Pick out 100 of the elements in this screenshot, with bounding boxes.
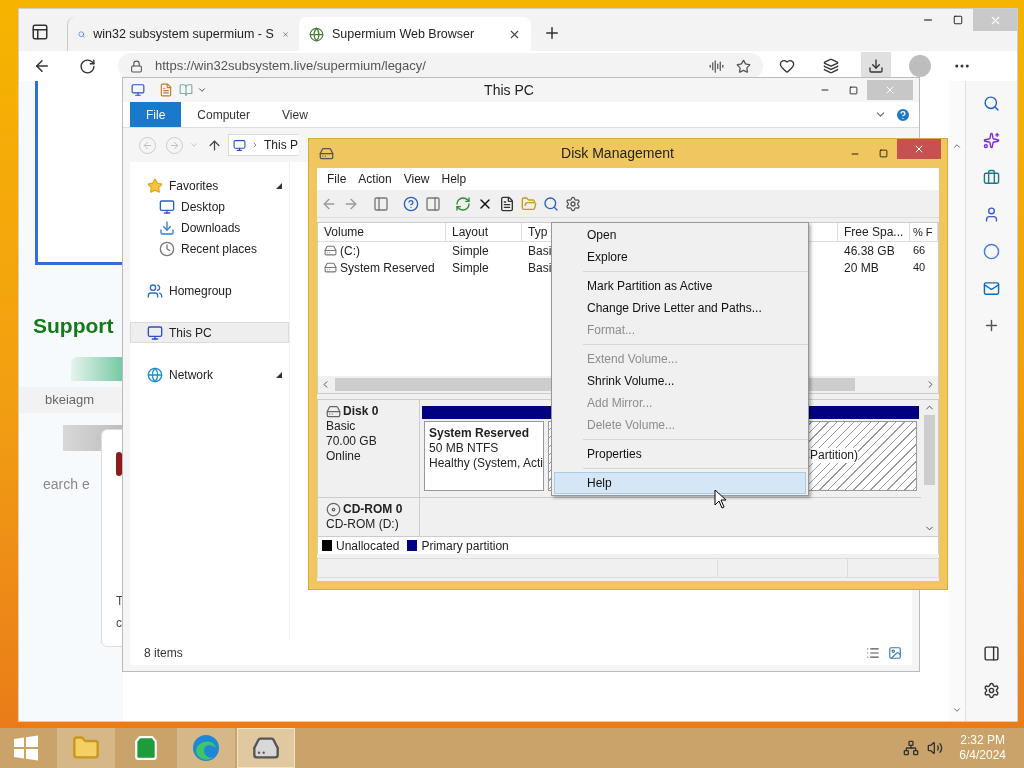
browser-tab[interactable]: Supermium Web Browser	[299, 17, 531, 51]
expanded-icon[interactable]	[276, 182, 282, 189]
page-heading: Support	[33, 313, 115, 339]
new-tab-icon[interactable]	[543, 24, 561, 42]
menu-item[interactable]: Help	[554, 472, 806, 494]
folder-icon[interactable]	[521, 195, 537, 212]
menu-item[interactable]: Properties	[554, 443, 806, 465]
ribbon-tab[interactable]: View	[266, 102, 324, 127]
partition-title: System Reserved	[429, 426, 531, 441]
scroll-down-icon[interactable]	[952, 705, 962, 715]
book-icon[interactable]	[179, 83, 193, 97]
nav-item[interactable]: Downloads	[130, 217, 289, 238]
table-cell: System Reserved	[318, 259, 446, 276]
speaker-icon[interactable]	[927, 740, 944, 756]
menu-item[interactable]: File	[321, 170, 353, 188]
nav-item[interactable]: This PC	[130, 322, 289, 343]
refresh-icon[interactable]	[79, 57, 96, 75]
column-header[interactable]: Volume	[318, 223, 446, 241]
window-panes-icon	[13, 735, 39, 761]
close-icon	[884, 84, 896, 96]
console-tree-icon[interactable]	[373, 195, 389, 212]
disk-name: CD-ROM 0	[343, 502, 403, 517]
details-view-icon[interactable]	[866, 646, 880, 660]
nav-item[interactable]: Desktop	[130, 196, 289, 217]
expanded-icon[interactable]	[276, 371, 282, 378]
menu-item[interactable]: Help	[435, 170, 473, 188]
add-icon[interactable]	[983, 317, 1000, 334]
person-icon[interactable]	[983, 206, 1000, 223]
download-button[interactable]	[861, 52, 891, 80]
column-header[interactable]: % F	[910, 223, 938, 241]
star-icon[interactable]	[736, 58, 751, 74]
address-field[interactable]: This P	[228, 134, 298, 156]
scroll-thumb[interactable]	[924, 415, 935, 485]
scroll-up-icon[interactable]	[952, 141, 962, 151]
properties-icon[interactable]	[499, 195, 515, 212]
column-header[interactable]: Free Spa...	[838, 223, 910, 241]
tiles-view-icon[interactable]	[888, 646, 902, 660]
computer-icon	[147, 324, 163, 341]
scrollbar[interactable]	[949, 81, 965, 721]
action-pane-icon[interactable]	[425, 195, 441, 212]
circle-icon[interactable]	[983, 243, 1000, 260]
tab-actions-icon[interactable]	[31, 23, 49, 41]
tab-title: win32 subsystem supermium - S	[93, 25, 274, 43]
disc-icon	[326, 502, 341, 517]
column-header[interactable]: Layout	[446, 223, 522, 241]
menu-item[interactable]: View	[397, 170, 436, 188]
mail-icon[interactable]	[983, 280, 1000, 297]
search-icon[interactable]	[543, 195, 559, 212]
favorites-icon[interactable]	[779, 58, 795, 74]
panel-icon[interactable]	[983, 645, 1000, 662]
briefcase-icon[interactable]	[983, 169, 1000, 186]
dropdown-icon[interactable]	[197, 85, 207, 95]
back-icon[interactable]	[33, 57, 51, 75]
table-cell-text: Basi	[527, 259, 552, 276]
settings-icon[interactable]	[565, 195, 581, 212]
accent-mark-icon	[116, 452, 122, 476]
tab-title: Supermium Web Browser	[332, 25, 476, 43]
drive-icon	[326, 404, 341, 419]
computer-icon	[233, 138, 246, 152]
chevron-icon[interactable]	[251, 141, 259, 149]
swirl-icon	[192, 734, 220, 762]
ribbon-tab[interactable]: File	[130, 102, 182, 127]
close-icon	[913, 143, 925, 155]
nav-item[interactable]: Network	[130, 364, 289, 385]
nav-item[interactable]: Recent places	[130, 238, 289, 259]
lock-icon[interactable]	[130, 59, 143, 73]
network-icon[interactable]	[903, 740, 920, 756]
search-icon[interactable]	[983, 95, 1000, 112]
legend-label: Primary partition	[421, 537, 509, 555]
taskbar-app[interactable]	[237, 728, 295, 768]
computer-icon	[131, 83, 145, 97]
menu-item[interactable]: Open	[554, 224, 806, 246]
read-aloud-icon[interactable]	[709, 58, 724, 74]
people-icon	[147, 282, 163, 299]
sparkle-icon[interactable]	[983, 132, 1000, 149]
help-icon[interactable]	[403, 195, 419, 212]
up-icon[interactable]	[207, 137, 222, 153]
menu-item[interactable]: Change Drive Letter and Paths...	[554, 297, 806, 319]
partition-block[interactable]: System Reserved 50 MB NTFS Healthy (System, Acti	[424, 421, 544, 491]
status-text: 8 items	[144, 645, 184, 662]
menu-item[interactable]: Explore	[554, 246, 806, 268]
maximize-icon	[953, 15, 963, 25]
disk-info: Basic	[326, 419, 357, 434]
menu-item[interactable]: Mark Partition as Active	[554, 275, 806, 297]
clock-icon	[159, 240, 175, 257]
globe-icon	[147, 366, 163, 383]
menu-item[interactable]: Shrink Volume...	[554, 370, 806, 392]
maximize-icon	[848, 85, 858, 95]
pointer-icon	[714, 489, 727, 509]
legend-label: Unallocated	[336, 537, 400, 555]
ribbon-tab[interactable]: Computer	[181, 102, 267, 127]
settings-icon[interactable]	[983, 682, 1000, 699]
globe-icon	[309, 26, 324, 42]
disk-info: CD-ROM (D:)	[326, 517, 400, 532]
collections-icon[interactable]	[823, 58, 839, 74]
nav-item[interactable]: Homegroup	[130, 280, 289, 301]
nav-item[interactable]: Favorites	[130, 175, 289, 196]
menu-item[interactable]: Action	[352, 170, 398, 188]
search-text: earch e	[43, 474, 90, 494]
address-field[interactable]: https://win32subsystem.live/supermium/legacy/	[118, 53, 763, 79]
